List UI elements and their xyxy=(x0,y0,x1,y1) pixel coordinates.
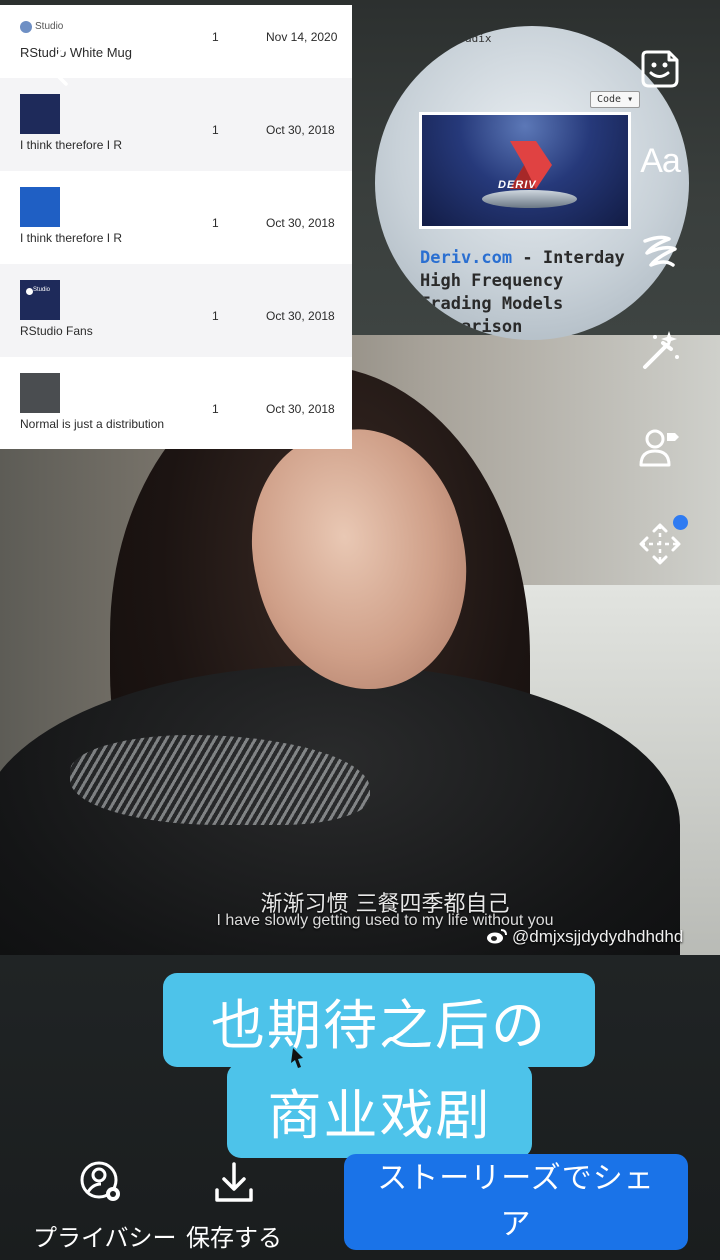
order-date: Oct 30, 2018 xyxy=(266,402,335,416)
order-date: Nov 14, 2020 xyxy=(266,30,338,44)
text-tool-button[interactable]: Aa xyxy=(634,135,686,187)
watermark-handle: @dmjxsjjdydydhdhdhd xyxy=(512,927,684,946)
tag-people-button[interactable] xyxy=(634,422,686,474)
caption-sticker-line-2[interactable]: 商业戏剧 xyxy=(227,1063,532,1158)
product-name: I think therefore I R xyxy=(20,138,123,152)
sticker-tool-button[interactable] xyxy=(634,43,686,95)
pedestal-shape xyxy=(482,190,577,208)
deriv-title-line-1: Deriv.com - Interday xyxy=(420,248,625,268)
privacy-button[interactable]: プライバシー xyxy=(33,1160,177,1253)
row-thumbnail: Studio xyxy=(20,17,64,37)
product-name: Normal is just a distribution xyxy=(20,417,165,431)
weibo-icon xyxy=(487,929,507,944)
privacy-label: プライバシー xyxy=(33,1224,177,1252)
draw-tool-button[interactable] xyxy=(634,228,686,280)
thumb-label: Studio xyxy=(35,21,64,32)
draw-icon xyxy=(643,235,677,267)
code-button-image: Code ▾ xyxy=(590,91,641,108)
row-thumbnail xyxy=(20,187,60,227)
drag-cursor-icon xyxy=(291,1048,303,1068)
caption-text-1: 也期待之后の xyxy=(211,993,547,1057)
deriv-title-line-3: Trading Models xyxy=(420,294,564,314)
sticker-icon xyxy=(641,50,679,88)
order-date: Oct 30, 2018 xyxy=(266,309,335,323)
deriv-title-line-2: High Frequency xyxy=(420,271,564,291)
thumb-label: Studio xyxy=(33,287,51,293)
share-label: ストーリーズでシェア xyxy=(377,1161,655,1242)
product-name: RStudio Fans xyxy=(20,324,93,338)
quantity: 1 xyxy=(212,30,219,44)
product-name: I think therefore I R xyxy=(20,231,123,245)
save-label: 保存する xyxy=(186,1224,282,1252)
quantity: 1 xyxy=(212,123,219,137)
product-name: RStudio White Mug xyxy=(20,45,132,60)
back-chevron-icon[interactable] xyxy=(40,44,76,88)
deriv-stage-image: DERIV xyxy=(419,112,631,229)
weibo-watermark: @dmjxsjjdydydhdhdhd xyxy=(486,927,683,947)
table-row: I think therefore I R 1 Oct 30, 2018 xyxy=(0,78,352,171)
quantity: 1 xyxy=(212,309,219,323)
table-row: Studio RStudio Fans 1 Oct 30, 2018 xyxy=(0,264,352,357)
tag-people-icon xyxy=(639,429,679,467)
sticker-top-text: adix xyxy=(465,32,492,45)
save-button[interactable]: 保存する xyxy=(186,1160,282,1253)
quantity: 1 xyxy=(212,216,219,230)
row-thumbnail xyxy=(20,94,60,134)
deriv-title-line-4: Comparison xyxy=(420,317,523,337)
text-tool-label: Aa xyxy=(640,141,681,180)
order-date: Oct 30, 2018 xyxy=(266,216,335,230)
effects-tool-button[interactable] xyxy=(634,324,686,376)
download-icon xyxy=(215,1162,253,1202)
order-date: Oct 30, 2018 xyxy=(266,123,335,137)
caption-text-2: 商业戏剧 xyxy=(267,1084,492,1147)
table-row: Normal is just a distribution 1 Oct 30, … xyxy=(0,357,352,449)
deriv-line1-rest: - Interday xyxy=(512,248,625,268)
caption-sticker-line-1[interactable]: 也期待之后の xyxy=(163,973,595,1067)
effects-wand-icon xyxy=(643,331,679,369)
row-thumbnail xyxy=(20,373,60,413)
share-to-stories-button[interactable]: ストーリーズでシェア xyxy=(344,1154,688,1250)
privacy-gear-icon xyxy=(80,1161,120,1201)
notification-dot xyxy=(673,515,688,530)
quantity: 1 xyxy=(212,402,219,416)
deriv-brand: Deriv.com xyxy=(420,248,513,268)
row-thumbnail: Studio xyxy=(20,280,60,320)
table-row: I think therefore I R 1 Oct 30, 2018 xyxy=(0,171,352,264)
